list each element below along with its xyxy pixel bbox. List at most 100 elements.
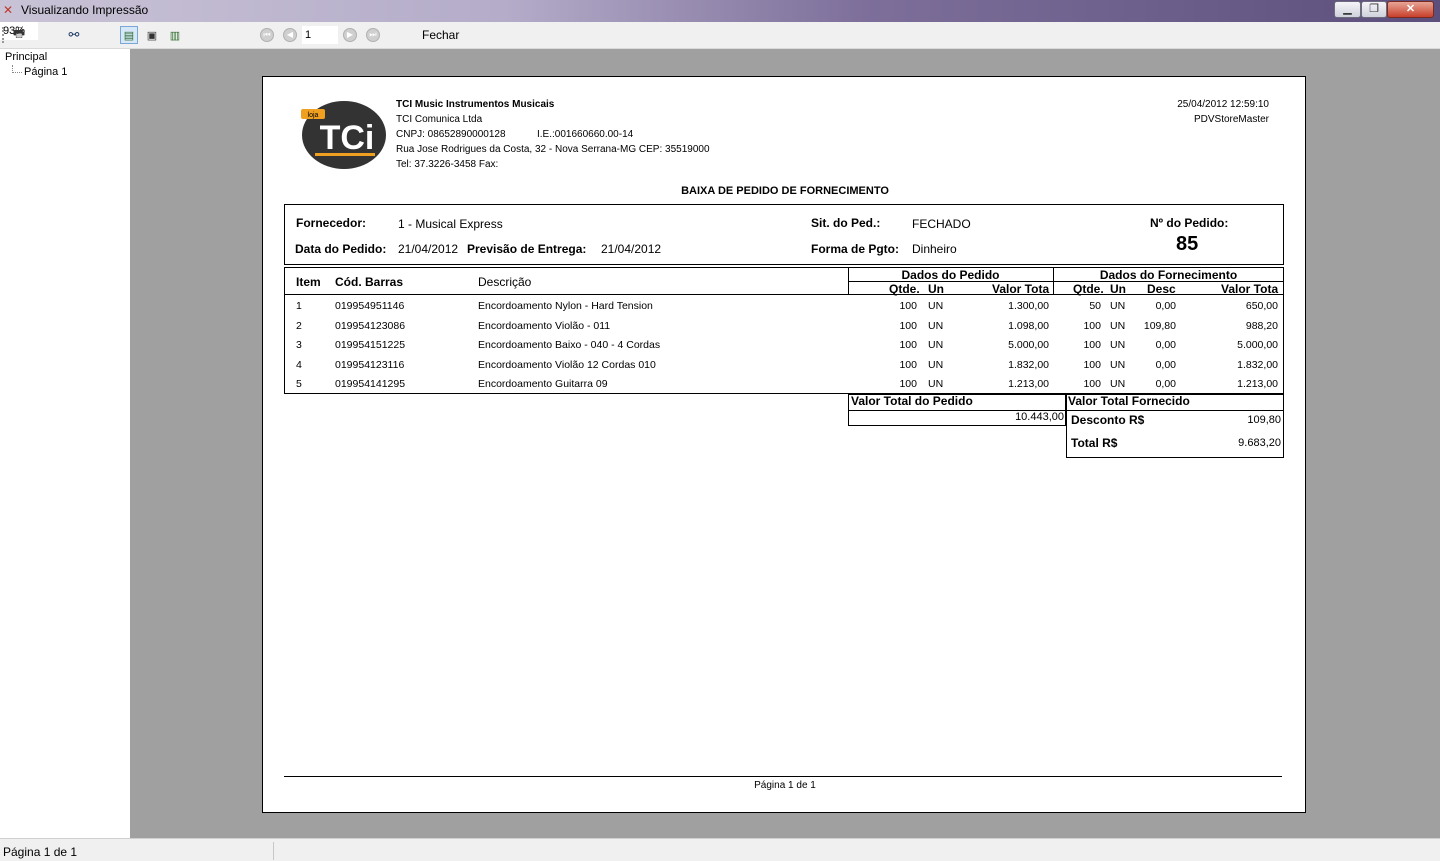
report-page: loja TCi TCI Music Instrumentos Musicais… (262, 76, 1306, 813)
total-pedido-label: Valor Total do Pedido (851, 394, 973, 408)
situacao-value: FECHADO (912, 217, 971, 231)
previous-page-button[interactable]: ◀ (283, 28, 297, 42)
forma-pgto-value: Dinheiro (912, 242, 957, 256)
next-page-button[interactable]: ▶ (343, 28, 357, 42)
cell-barras: 019954951146 (335, 300, 405, 312)
company-address: Rua Jose Rodrigues da Costa, 32 - Nova S… (396, 144, 710, 155)
status-separator (273, 842, 274, 860)
status-text: Página 1 de 1 (3, 845, 78, 859)
cell-f-desc: 0,00 (1155, 378, 1176, 390)
col-un-header: Un (928, 282, 944, 296)
forma-pgto-label: Forma de Pgto: (811, 242, 900, 256)
desconto-label: Desconto R$ (1071, 413, 1145, 427)
cell-f-valor: 1.832,00 (1237, 358, 1278, 371)
total-fornecido-divider (1066, 410, 1284, 411)
company-legal-name: TCI Comunica Ltda (396, 114, 483, 125)
pedido-numero-value: 85 (1176, 233, 1199, 255)
col-valor-header: Valor Tota (992, 282, 1050, 296)
close-window-button[interactable]: ✕ (1387, 1, 1434, 18)
page-setup-button[interactable]: ▣ (143, 26, 161, 44)
cell-valor: 1.213,00 (1008, 378, 1049, 390)
col-qtde-header: Qtde. (889, 282, 920, 296)
company-phone: Tel: 37.3226-3458 Fax: (396, 159, 499, 170)
single-page-view-button[interactable]: ▤ (120, 26, 138, 44)
cell-f-qtde: 100 (1083, 358, 1101, 371)
col-f-desc-header: Desc (1147, 282, 1176, 296)
fornecedor-value: 1 - Musical Express (398, 217, 503, 231)
maximize-button[interactable]: ❐ (1361, 1, 1387, 18)
cell-descricao: Encordoamento Baixo - 040 - 4 Cordas (478, 339, 661, 351)
cell-f-valor: 988,20 (1245, 319, 1278, 332)
cell-descricao: Encordoamento Nylon - Hard Tension (478, 300, 653, 312)
cell-f-un: UN (1110, 300, 1126, 312)
page-width-icon: ▥ (169, 29, 181, 42)
first-page-button[interactable]: ⏮ (260, 28, 274, 42)
print-button[interactable]: 🖶 (10, 25, 28, 44)
status-bar: Página 1 de 1 (0, 838, 1440, 861)
company-name: TCI Music Instrumentos Musicais (396, 99, 555, 110)
window-title: Visualizando Impressão (21, 3, 149, 17)
col-item-header: Item (296, 275, 321, 289)
previous-page-icon: ◀ (286, 30, 294, 39)
previsao-label: Previsão de Entrega: (467, 242, 587, 256)
cell-f-desc: 0,00 (1155, 300, 1176, 312)
tree-root-principal[interactable]: Principal (5, 51, 47, 63)
cell-f-valor: 650,00 (1245, 300, 1278, 312)
system-name: PDVStoreMaster (1193, 114, 1269, 125)
items-header-divider (284, 294, 1284, 295)
total-value: 9.683,20 (1238, 437, 1281, 449)
cell-valor: 1.300,00 (1008, 300, 1049, 312)
cell-f-desc: 0,00 (1155, 358, 1176, 371)
cell-f-valor: 1.213,00 (1237, 378, 1278, 390)
maximize-icon: ❐ (1369, 3, 1379, 15)
situacao-label: Sit. do Ped.: (811, 216, 881, 230)
cell-f-qtde: 100 (1083, 339, 1101, 351)
app-icon: ✕ (3, 3, 14, 17)
page-view-icon: ▤ (123, 29, 135, 42)
pedido-numero-label: Nº do Pedido: (1150, 216, 1229, 230)
cell-un: UN (928, 300, 944, 312)
close-preview-button[interactable]: Fechar (418, 27, 463, 43)
previsao-value: 21/04/2012 (601, 242, 662, 256)
col-descricao-header: Descrição (478, 275, 532, 289)
page-setup-icon: ▣ (146, 29, 158, 42)
last-page-button[interactable]: ⏭ (366, 28, 380, 42)
cell-descricao: Encordoamento Guitarra 09 (478, 378, 608, 390)
page-width-button[interactable]: ▥ (166, 26, 184, 44)
page-number-input[interactable] (302, 26, 338, 44)
cell-un: UN (928, 358, 944, 371)
footer-divider (284, 776, 1282, 777)
close-icon: ✕ (1405, 3, 1416, 15)
cell-un: UN (928, 378, 944, 390)
cell-f-valor: 5.000,00 (1237, 339, 1278, 351)
cell-f-desc: 109,80 (1143, 319, 1176, 332)
cell-item: 3 (296, 339, 302, 351)
cell-qtde: 100 (899, 339, 917, 351)
company-logo: loja TCi (301, 101, 386, 169)
minimize-button[interactable]: ▁ (1334, 1, 1361, 18)
cell-item: 5 (296, 378, 302, 390)
company-cnpj: CNPJ: 08652890000128 (396, 129, 506, 140)
tree-item-pagina-1[interactable]: Página 1 (24, 66, 67, 78)
tree-connector (12, 65, 22, 73)
printer-icon: 🖶 (12, 25, 26, 40)
toolbar: 🖶 ⚯ ▤ ▣ ▥ ⏮ ◀ ▶ ⏭ Fechar (0, 22, 1440, 49)
cell-barras: 019954151225 (335, 339, 406, 351)
cell-f-un: UN (1110, 358, 1126, 371)
preview-area[interactable]: loja TCi TCI Music Instrumentos Musicais… (130, 49, 1440, 838)
logo-text: TCi (320, 119, 375, 157)
cell-f-un: UN (1110, 319, 1126, 332)
cell-item: 1 (296, 300, 302, 312)
first-page-icon: ⏮ (263, 30, 271, 39)
find-button[interactable]: ⚯ (64, 26, 84, 44)
next-page-icon: ▶ (346, 30, 354, 39)
total-fornecido-label: Valor Total Fornecido (1068, 394, 1190, 408)
data-pedido-label: Data do Pedido: (295, 242, 387, 256)
cell-f-un: UN (1110, 339, 1126, 351)
cell-f-un: UN (1110, 378, 1126, 390)
cell-un: UN (928, 339, 944, 351)
cell-f-qtde: 100 (1083, 378, 1101, 390)
cell-valor: 1.098,00 (1008, 319, 1049, 332)
toolbar-grip[interactable] (2, 27, 6, 43)
col-f-un-header: Un (1110, 282, 1126, 296)
